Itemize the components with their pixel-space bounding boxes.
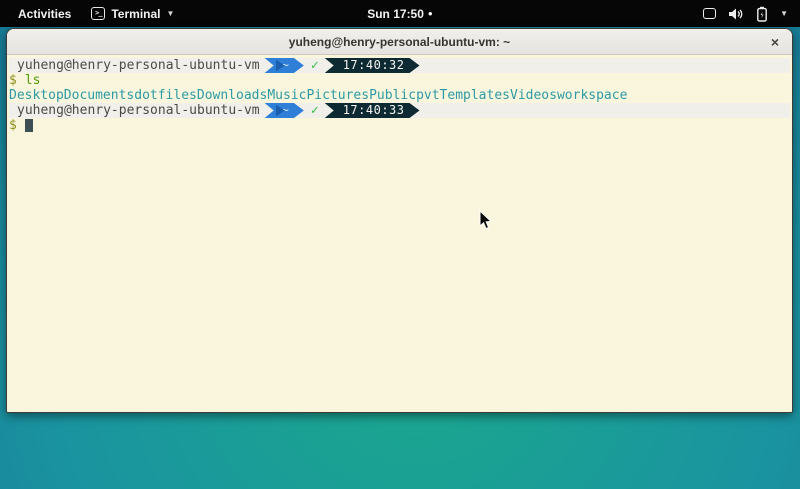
terminal-cursor: [25, 119, 33, 132]
notification-dot-icon: ●: [428, 10, 433, 18]
window-title: yuheng@henry-personal-ubuntu-vm: ~: [289, 35, 510, 49]
directory-name: dotfiles: [134, 88, 197, 103]
clock-label: Sun 17:50: [367, 7, 424, 21]
top-bar-left: Activities >_ Terminal ▼: [0, 3, 180, 25]
app-menu-label: Terminal: [111, 7, 160, 21]
prompt-cwd-segment: ~: [265, 58, 304, 73]
chevron-down-icon: ▼: [780, 9, 788, 18]
chevron-down-icon: ▼: [166, 9, 174, 18]
app-menu-terminal[interactable]: >_ Terminal ▼: [85, 3, 180, 25]
directory-name: Public: [369, 88, 416, 103]
typed-command: ls: [25, 73, 41, 88]
prompt-symbol: $: [9, 118, 17, 133]
prompt-time-segment: 17:40:33: [325, 103, 420, 118]
prompt-symbol: $: [9, 73, 17, 88]
window-title-bar[interactable]: yuheng@henry-personal-ubuntu-vm: ~ ×: [7, 29, 792, 55]
desktop: { "top_bar": { "activities_label": "Acti…: [0, 0, 800, 489]
prompt-user-host: yuheng@henry-personal-ubuntu-vm: [9, 58, 260, 73]
directory-name: Pictures: [306, 88, 369, 103]
directory-name: Templates: [440, 88, 510, 103]
status-check-icon: ✓: [311, 58, 319, 73]
ls-output-line: Desktop Documents dotfiles Downloads Mus…: [9, 88, 790, 103]
terminal-icon: >_: [91, 7, 105, 20]
status-check-icon: ✓: [311, 103, 319, 118]
directory-name: Videos: [510, 88, 557, 103]
top-bar: Activities >_ Terminal ▼ Sun 17:50 ● ▼: [0, 0, 800, 27]
directory-name: workspace: [557, 88, 627, 103]
close-icon[interactable]: ×: [771, 29, 779, 55]
volume-icon: [728, 7, 744, 21]
system-status-area[interactable]: ▼: [703, 6, 800, 22]
directory-name: Music: [267, 88, 306, 103]
terminal-window: yuheng@henry-personal-ubuntu-vm: ~ × yuh…: [6, 28, 793, 413]
mouse-pointer-icon: [479, 210, 493, 231]
directory-name: pvt: [416, 88, 439, 103]
activities-button[interactable]: Activities: [10, 3, 79, 25]
command-line: $ ls: [9, 73, 790, 88]
screen-icon: [703, 8, 716, 19]
clock-button[interactable]: Sun 17:50 ●: [367, 7, 433, 21]
prompt-user-host: yuheng@henry-personal-ubuntu-vm: [9, 103, 260, 118]
prompt-line-1: yuheng@henry-personal-ubuntu-vm ~ ✓ 17:4…: [9, 58, 790, 73]
current-prompt-line: $: [9, 118, 790, 133]
prompt-time-segment: 17:40:32: [325, 58, 420, 73]
directory-name: Downloads: [197, 88, 267, 103]
terminal-screen[interactable]: yuheng@henry-personal-ubuntu-vm ~ ✓ 17:4…: [7, 55, 792, 413]
battery-charging-icon: [756, 6, 768, 22]
directory-name: Desktop: [9, 88, 64, 103]
directory-name: Documents: [64, 88, 134, 103]
prompt-cwd-segment: ~: [265, 103, 304, 118]
prompt-line-2: yuheng@henry-personal-ubuntu-vm ~ ✓ 17:4…: [9, 103, 790, 118]
